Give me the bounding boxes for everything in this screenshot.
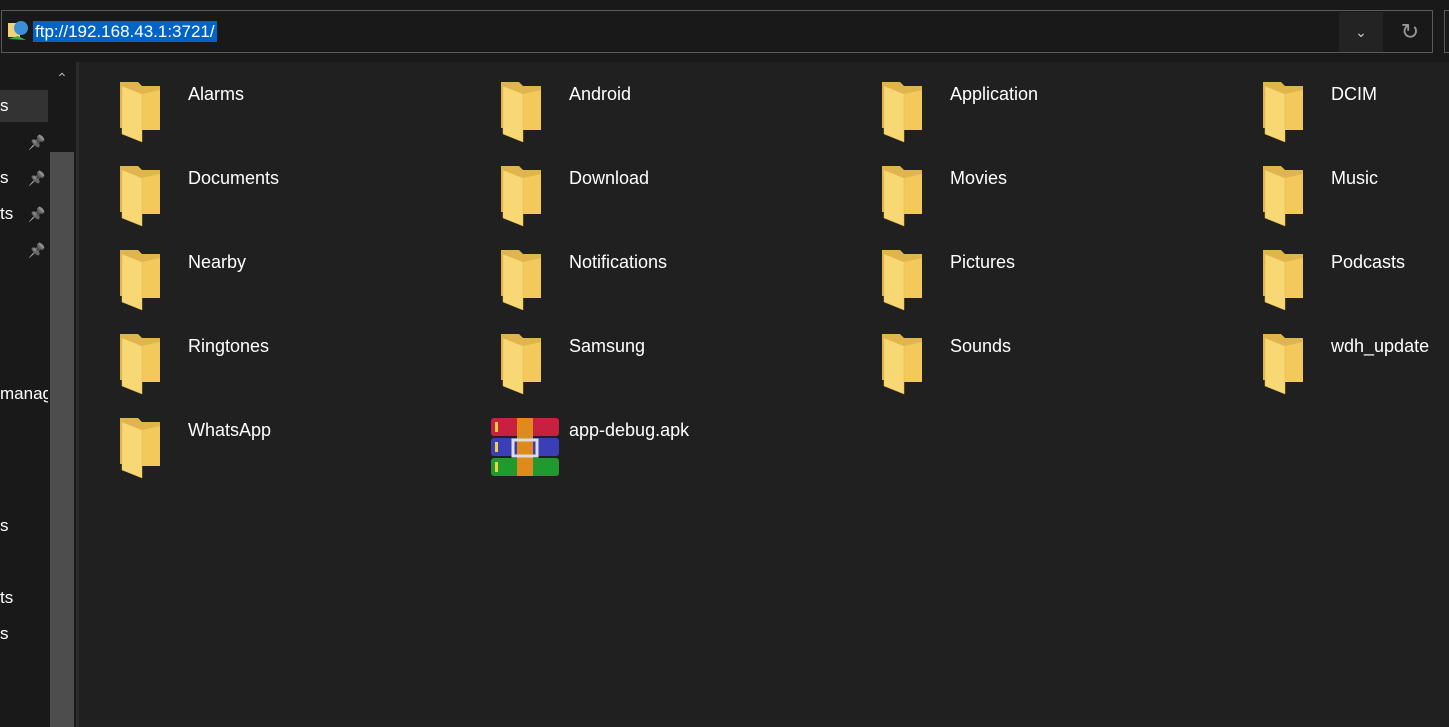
- sidebar-item[interactable]: 📌: [0, 234, 48, 266]
- sidebar-item[interactable]: s: [0, 618, 48, 650]
- pin-icon: 📌: [28, 206, 46, 222]
- archive-icon: [491, 418, 559, 476]
- pin-icon: 📌: [28, 242, 46, 258]
- address-bar[interactable]: ftp://192.168.43.1:3721/ ⌄ ↻: [1, 10, 1433, 53]
- folder-item[interactable]: Ringtones: [120, 332, 480, 402]
- sidebar-item[interactable]: ts 📌: [0, 198, 48, 230]
- folder-icon: [882, 250, 922, 311]
- folder-item[interactable]: Application: [882, 80, 1242, 150]
- folder-item[interactable]: Podcasts: [1263, 248, 1449, 318]
- folder-item[interactable]: DCIM: [1263, 80, 1449, 150]
- folder-item[interactable]: Alarms: [120, 80, 480, 150]
- folder-icon: [120, 334, 160, 395]
- folder-icon: [120, 250, 160, 311]
- folder-icon: [882, 166, 922, 227]
- item-name: Pictures: [950, 252, 1016, 272]
- folder-icon: [120, 166, 160, 227]
- folder-icon: [501, 166, 541, 227]
- folder-icon: [120, 82, 160, 143]
- folder-item[interactable]: Documents: [120, 164, 480, 234]
- item-name: Documents: [188, 168, 280, 188]
- sidebar-item[interactable]: s: [0, 90, 48, 122]
- pin-icon: 📌: [28, 134, 46, 150]
- item-name: Ringtones: [188, 336, 270, 356]
- sidebar-item-label: s: [0, 168, 9, 187]
- address-dropdown-button[interactable]: ⌄: [1339, 12, 1383, 52]
- sidebar-item[interactable]: s 📌: [0, 162, 48, 194]
- folder-item[interactable]: Music: [1263, 164, 1449, 234]
- item-name: Samsung: [569, 336, 646, 356]
- item-name: Download: [569, 168, 650, 188]
- folder-icon: [120, 418, 160, 479]
- folder-item[interactable]: Notifications: [501, 248, 861, 318]
- folder-icon: [1263, 166, 1303, 227]
- sidebar-item[interactable]: s: [0, 510, 48, 542]
- folder-icon: [501, 82, 541, 143]
- item-name: DCIM: [1331, 84, 1377, 104]
- sidebar-item-label: s: [0, 96, 9, 115]
- navigation-pane: ⌃ s 📌 s 📌 ts 📌 📌 manag s ts s: [0, 62, 76, 727]
- chevron-up-icon: ⌃: [56, 70, 68, 86]
- sidebar-item-label: s: [0, 516, 9, 535]
- sidebar-item[interactable]: manag: [0, 378, 48, 410]
- folder-item[interactable]: Sounds: [882, 332, 1242, 402]
- sidebar-item-label: manag: [0, 384, 48, 403]
- pane-divider[interactable]: [76, 62, 79, 727]
- item-name: Sounds: [950, 336, 1012, 356]
- scroll-up-button[interactable]: ⌃: [50, 66, 74, 90]
- folder-item[interactable]: wdh_update: [1263, 332, 1449, 402]
- ftp-network-icon: [8, 21, 28, 40]
- sidebar-item-label: ts: [0, 204, 14, 223]
- folder-item[interactable]: Movies: [882, 164, 1242, 234]
- folder-item[interactable]: Android: [501, 80, 861, 150]
- folder-item[interactable]: Nearby: [120, 248, 480, 318]
- item-name: Podcasts: [1331, 252, 1406, 272]
- folder-icon: [501, 250, 541, 311]
- item-name: app-debug.apk: [569, 420, 690, 440]
- folder-icon: [1263, 334, 1303, 395]
- item-name: Nearby: [188, 252, 247, 272]
- search-box-edge[interactable]: [1444, 10, 1449, 53]
- refresh-icon: ↻: [1400, 19, 1420, 44]
- file-item[interactable]: app-debug.apk: [491, 382, 851, 476]
- sidebar-scrollbar[interactable]: [50, 152, 74, 727]
- sidebar-item[interactable]: ts: [0, 582, 48, 614]
- sidebar-item-label: s: [0, 624, 9, 643]
- folder-item[interactable]: Download: [501, 164, 861, 234]
- address-input[interactable]: ftp://192.168.43.1:3721/: [33, 21, 217, 42]
- folder-icon: [882, 82, 922, 143]
- item-name: Music: [1331, 168, 1379, 188]
- chevron-down-icon: ⌄: [1355, 24, 1367, 40]
- folder-icon: [882, 334, 922, 395]
- address-toolbar: ftp://192.168.43.1:3721/ ⌄ ↻: [0, 0, 1449, 62]
- item-name: Alarms: [188, 84, 245, 104]
- item-name: Movies: [950, 168, 1008, 188]
- item-name: wdh_update: [1331, 336, 1430, 356]
- item-name: Android: [569, 84, 632, 104]
- item-name: WhatsApp: [188, 420, 272, 440]
- folder-item[interactable]: Pictures: [882, 248, 1242, 318]
- sidebar-item-label: ts: [0, 588, 14, 607]
- pin-icon: 📌: [28, 170, 46, 186]
- item-name: Notifications: [569, 252, 668, 272]
- refresh-button[interactable]: ↻: [1388, 12, 1432, 52]
- folder-item[interactable]: WhatsApp: [120, 416, 480, 486]
- sidebar-item[interactable]: 📌: [0, 126, 48, 158]
- folder-icon: [1263, 250, 1303, 311]
- folder-icon: [1263, 82, 1303, 143]
- item-name: Application: [950, 84, 1039, 104]
